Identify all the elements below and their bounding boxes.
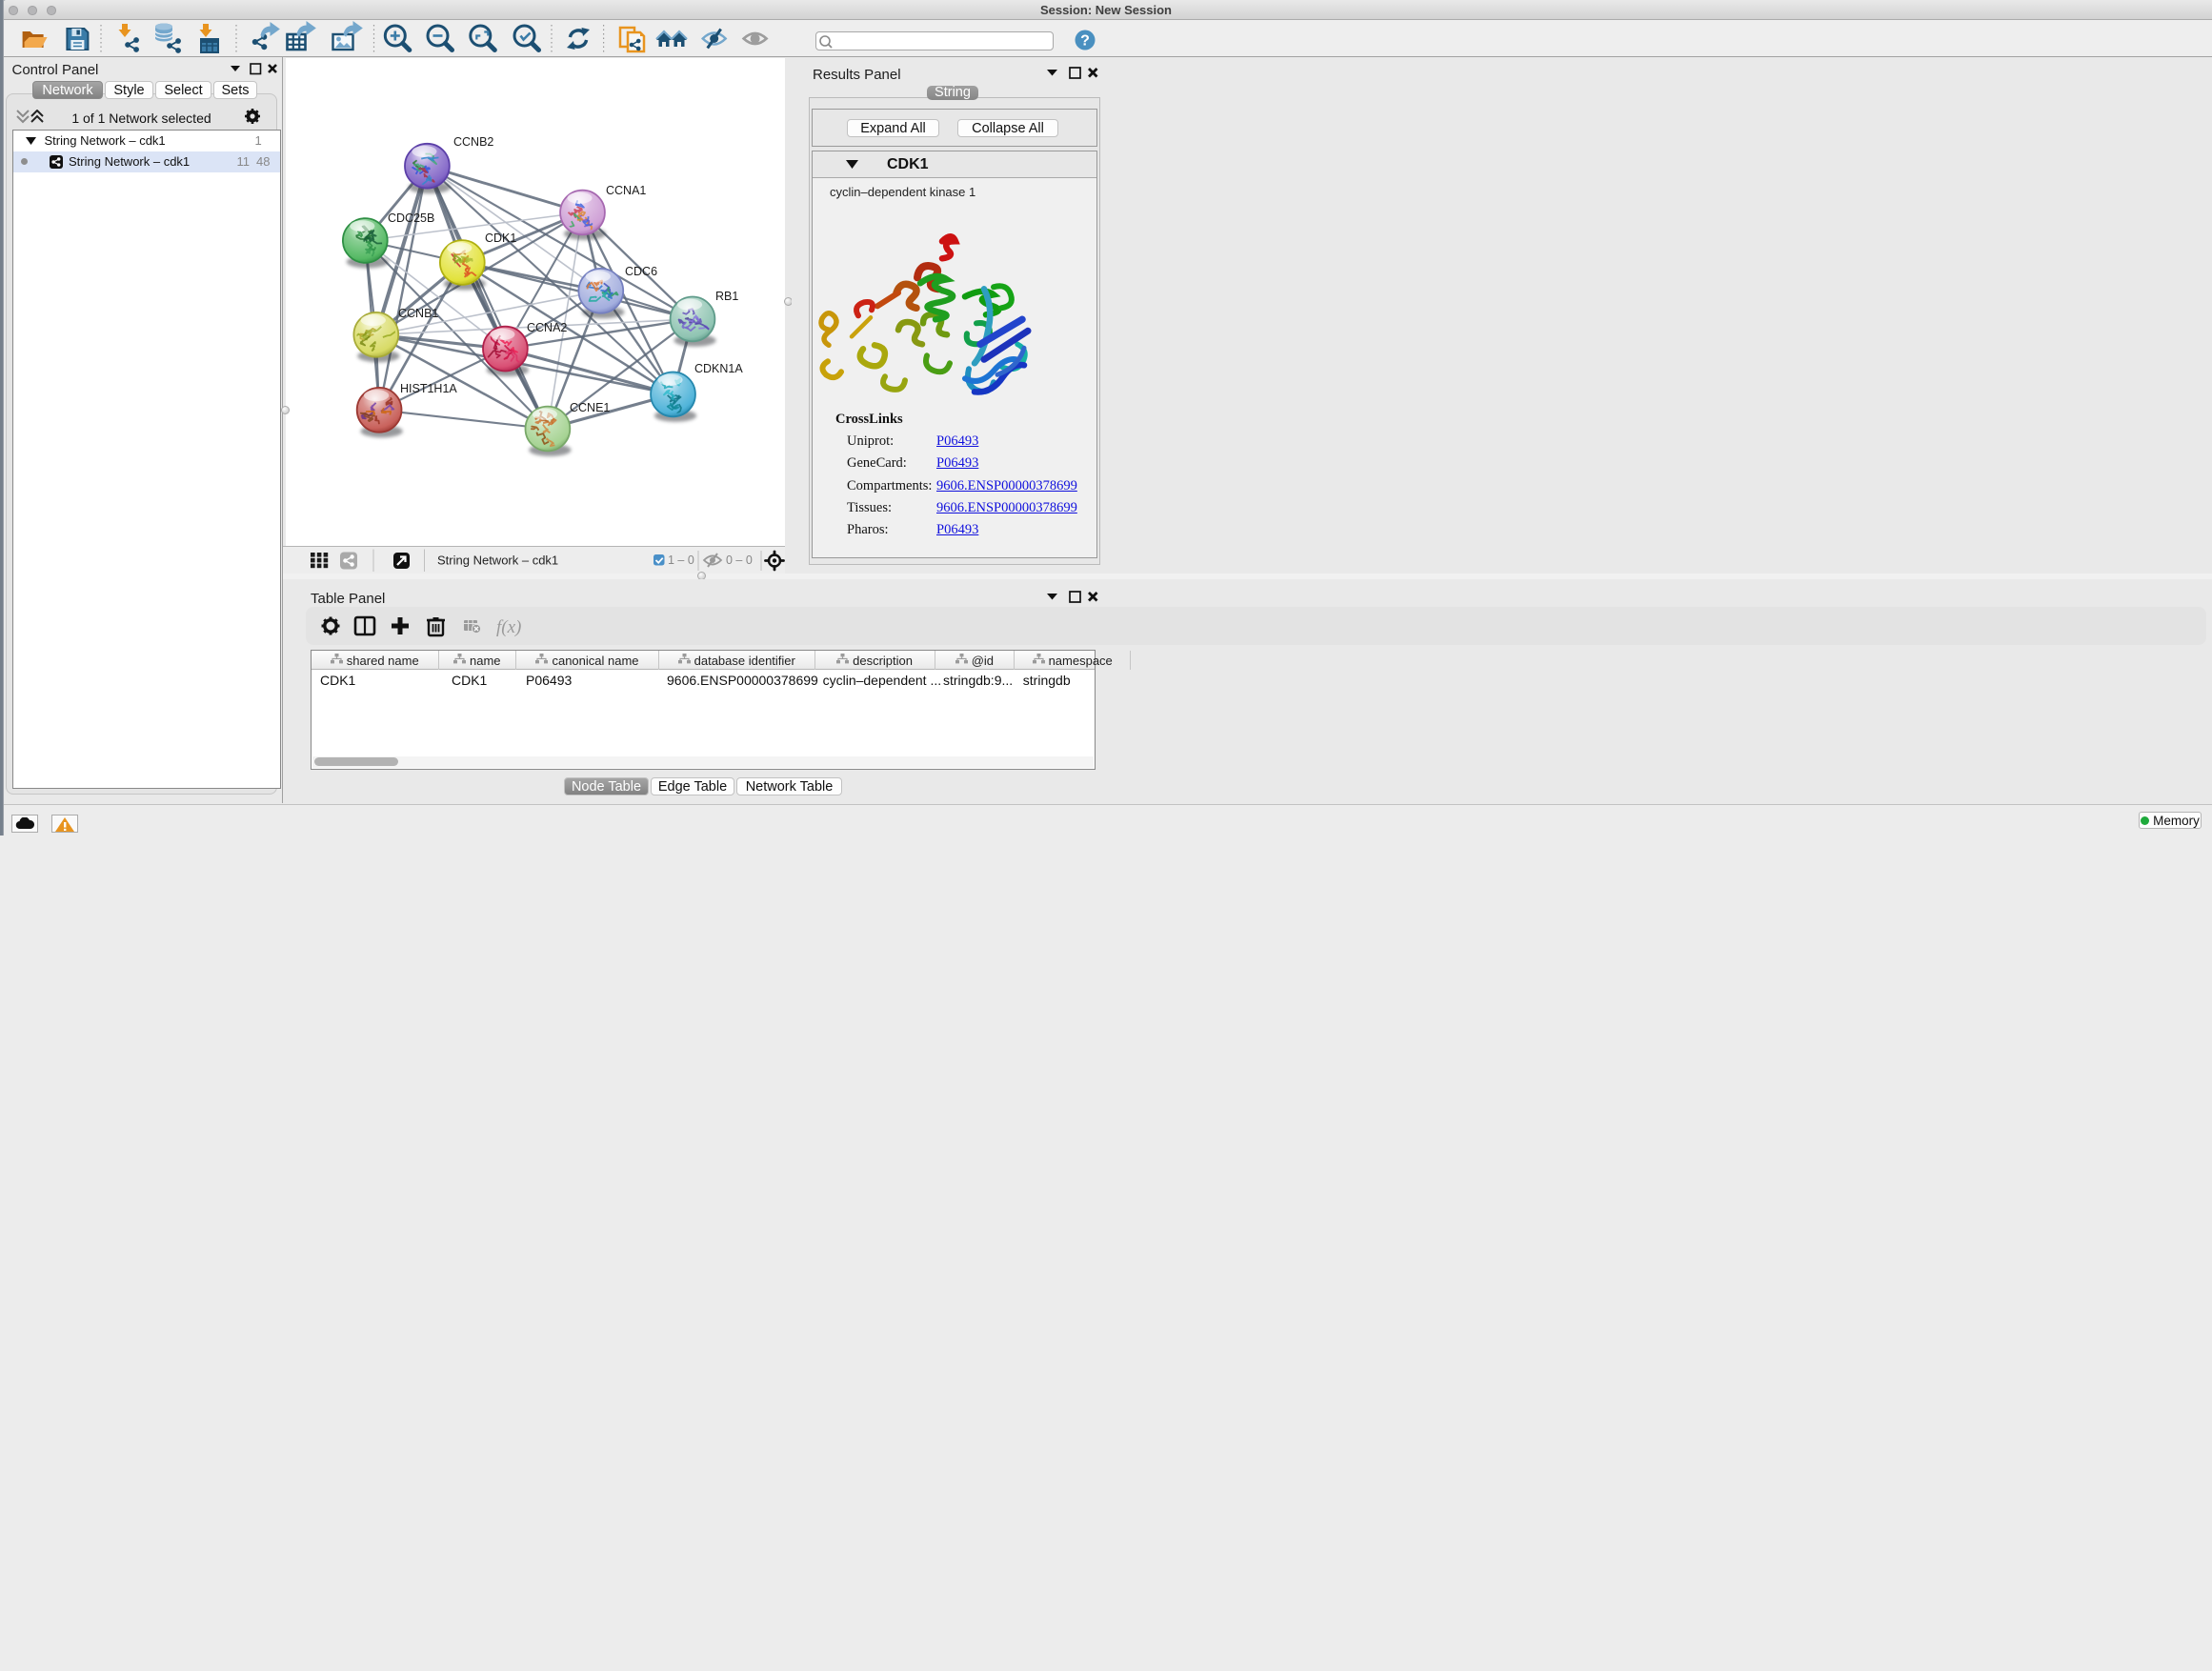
svg-text:1 – 0: 1 – 0 [668, 554, 694, 567]
svg-text:CDC6: CDC6 [625, 265, 657, 278]
svg-text:CDC25B: CDC25B [388, 211, 434, 225]
svg-text:RB1: RB1 [715, 290, 738, 303]
svg-text:CDK1: CDK1 [485, 232, 516, 245]
svg-text:CCNB2: CCNB2 [453, 135, 493, 149]
svg-text:?: ? [1080, 33, 1090, 50]
svg-text:CCNA2: CCNA2 [527, 321, 567, 334]
svg-text:CCNA1: CCNA1 [606, 184, 646, 197]
svg-text:HIST1H1A: HIST1H1A [400, 382, 457, 395]
svg-text:f(x): f(x) [496, 617, 521, 637]
svg-text:CDKN1A: CDKN1A [694, 362, 743, 375]
svg-text:CCNE1: CCNE1 [570, 401, 610, 414]
svg-text:0 – 0: 0 – 0 [726, 554, 753, 567]
svg-text:String Network – cdk1: String Network – cdk1 [437, 553, 558, 567]
svg-text:CCNB1: CCNB1 [398, 307, 438, 320]
